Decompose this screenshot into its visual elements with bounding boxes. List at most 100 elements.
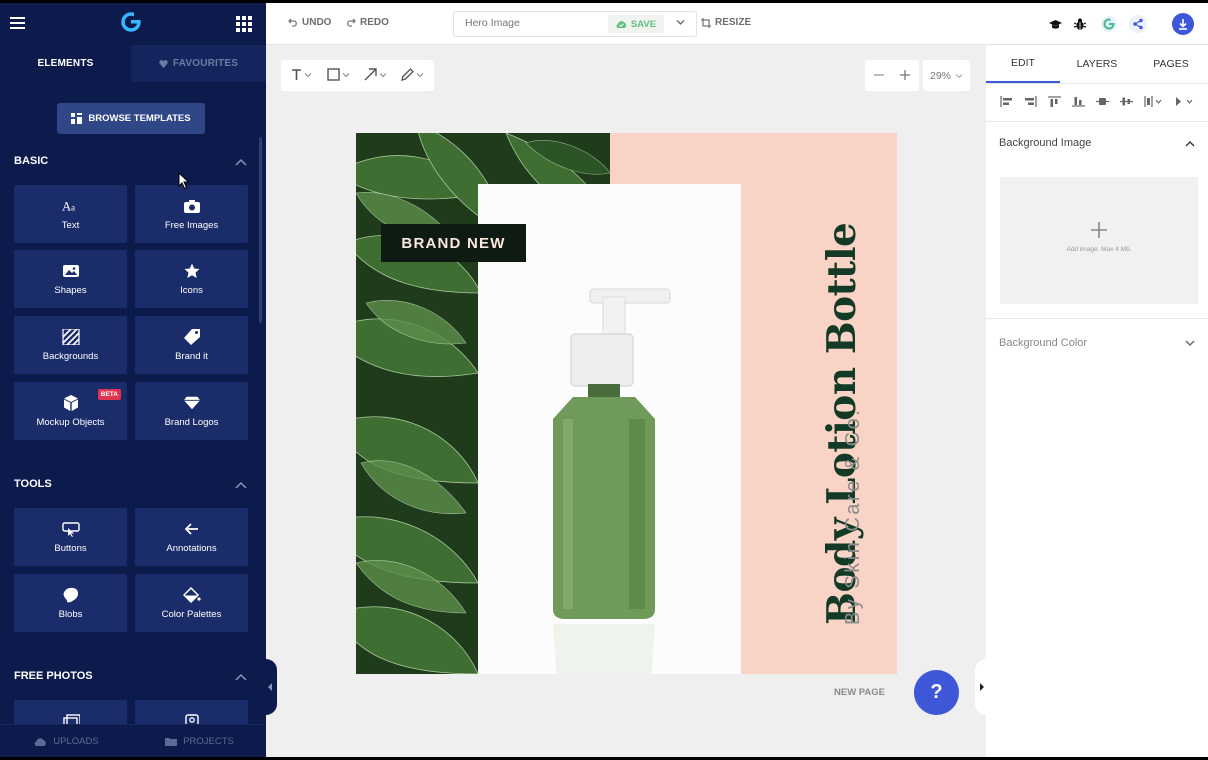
tab-pages[interactable]: PAGES — [1134, 45, 1208, 83]
chevron-down-icon — [342, 72, 350, 77]
pen-tool[interactable] — [401, 68, 424, 81]
chevron-down-icon[interactable] — [1185, 340, 1195, 347]
zoom-out-icon[interactable] — [874, 70, 884, 80]
save-label: SAVE — [630, 18, 657, 30]
tile-shapes[interactable]: Shapes — [14, 250, 127, 308]
background-image-dropzone[interactable]: Add image. Max 4 Mb. — [1000, 177, 1198, 304]
download-button[interactable] — [1172, 13, 1194, 35]
new-page-button[interactable]: NEW PAGE — [834, 687, 885, 698]
tile-brand-it-label: Brand it — [175, 350, 208, 362]
undo-button[interactable]: UNDO — [288, 17, 331, 28]
chevron-down-icon[interactable] — [676, 19, 685, 26]
align-center-icon[interactable] — [1096, 96, 1109, 107]
projects-label: PROJECTS — [183, 735, 234, 747]
shape-tool[interactable] — [327, 68, 350, 81]
background-color-header[interactable]: Background Color — [999, 337, 1087, 349]
tile-color-palettes-label: Color Palettes — [161, 608, 222, 620]
alignment-toolbar — [986, 91, 1208, 111]
tile-mockup-objects[interactable]: Mockup Objects BETA — [14, 382, 127, 440]
hamburger-menu-icon[interactable] — [10, 17, 25, 29]
undo-label: UNDO — [302, 17, 332, 28]
properties-tabs: EDIT LAYERS PAGES — [986, 45, 1208, 84]
tile-blobs[interactable]: Blobs — [14, 574, 127, 632]
zoom-value: 29% — [929, 69, 951, 82]
tile-text[interactable]: Aa Text — [14, 185, 127, 243]
cube-icon — [63, 394, 78, 411]
folder-icon — [165, 737, 178, 746]
tile-photo-partial[interactable] — [135, 700, 248, 728]
align-bottom-icon[interactable] — [1072, 96, 1085, 107]
star-icon — [184, 263, 199, 278]
zoom-select[interactable]: 29% — [923, 60, 970, 91]
resize-button[interactable]: RESIZE — [701, 17, 751, 28]
save-button[interactable]: SAVE — [608, 15, 664, 33]
lotion-bottle-image[interactable] — [533, 279, 693, 674]
resize-label: RESIZE — [715, 17, 752, 28]
design-subtitle[interactable]: By Skin Care & Co. — [842, 408, 865, 625]
chevron-up-icon[interactable] — [235, 158, 247, 166]
tile-annotations-label: Annotations — [166, 542, 217, 554]
uploads-label: UPLOADS — [53, 735, 99, 747]
browse-templates-label: BROWSE TEMPLATES — [88, 113, 191, 124]
redo-icon — [347, 18, 356, 27]
cloud-check-icon — [616, 21, 627, 28]
tile-brand-logos[interactable]: Brand Logos — [135, 382, 248, 440]
tab-layers[interactable]: LAYERS — [1060, 45, 1134, 83]
grammarly-icon[interactable] — [1100, 15, 1118, 33]
top-bar: UNDO REDO SAVE RESIZE — [266, 3, 1208, 45]
sidebar-header — [0, 3, 266, 45]
beta-badge: BETA — [97, 389, 121, 400]
sidebar-collapse-toggle[interactable] — [266, 659, 277, 715]
right-panel-collapse-toggle[interactable] — [975, 659, 986, 715]
project-title-box: SAVE — [453, 11, 697, 37]
zoom-in-icon[interactable] — [900, 70, 910, 80]
distribute-icon[interactable] — [1144, 95, 1164, 107]
graduation-cap-icon[interactable] — [1046, 15, 1064, 33]
align-right-icon[interactable] — [1024, 95, 1037, 107]
svg-text:a: a — [71, 202, 75, 212]
app-logo-icon[interactable] — [120, 11, 142, 33]
chevron-up-icon[interactable] — [1185, 140, 1195, 147]
apps-grid-icon[interactable] — [236, 16, 252, 32]
dropzone-hint: Add image. Max 4 Mb. — [1066, 246, 1132, 253]
tab-elements[interactable]: ELEMENTS — [0, 45, 131, 82]
tile-photo-partial[interactable] — [14, 700, 127, 728]
tile-color-palettes[interactable]: Color Palettes — [135, 574, 248, 632]
button-cursor-icon — [61, 521, 80, 537]
text-tool[interactable] — [291, 68, 312, 81]
design-artboard[interactable]: BRAND NEW Body Lotion Bottle By Skin Car… — [356, 133, 897, 674]
tile-buttons[interactable]: Buttons — [14, 508, 127, 566]
tile-backgrounds[interactable]: Backgrounds — [14, 316, 127, 374]
tab-favourites[interactable]: FAVOURITES — [131, 45, 266, 82]
sidebar-scrollbar[interactable] — [259, 137, 262, 323]
tile-free-images[interactable]: Free Images — [135, 185, 248, 243]
chevron-down-icon — [304, 72, 312, 77]
tile-annotations[interactable]: Annotations — [135, 508, 248, 566]
chevron-down-icon — [416, 72, 424, 77]
project-title-input[interactable] — [465, 17, 605, 29]
brand-new-badge[interactable]: BRAND NEW — [381, 224, 526, 262]
browse-templates-button[interactable]: BROWSE TEMPLATES — [57, 103, 205, 134]
tile-backgrounds-label: Backgrounds — [42, 350, 99, 362]
align-top-icon[interactable] — [1048, 95, 1061, 107]
tile-brand-it[interactable]: Brand it — [135, 316, 248, 374]
help-button[interactable]: ? — [914, 670, 959, 715]
projects-button[interactable]: PROJECTS — [133, 725, 266, 757]
tile-icons[interactable]: Icons — [135, 250, 248, 308]
uploads-button[interactable]: UPLOADS — [0, 725, 133, 757]
download-icon — [1179, 18, 1187, 30]
align-left-icon[interactable] — [1000, 95, 1013, 107]
chevron-up-icon[interactable] — [235, 673, 247, 681]
align-middle-icon[interactable] — [1120, 96, 1133, 107]
share-icon[interactable] — [1129, 15, 1147, 33]
bug-icon[interactable] — [1071, 15, 1089, 33]
chevron-down-icon — [955, 73, 963, 78]
background-image-header[interactable]: Background Image — [999, 137, 1091, 149]
arrow-tool[interactable] — [364, 68, 387, 81]
flip-icon[interactable] — [1175, 96, 1195, 107]
redo-button[interactable]: REDO — [346, 17, 389, 28]
chevron-up-icon[interactable] — [235, 481, 247, 489]
diamond-icon — [183, 396, 200, 409]
tab-edit[interactable]: EDIT — [986, 45, 1060, 83]
tile-shapes-label: Shapes — [54, 284, 87, 296]
